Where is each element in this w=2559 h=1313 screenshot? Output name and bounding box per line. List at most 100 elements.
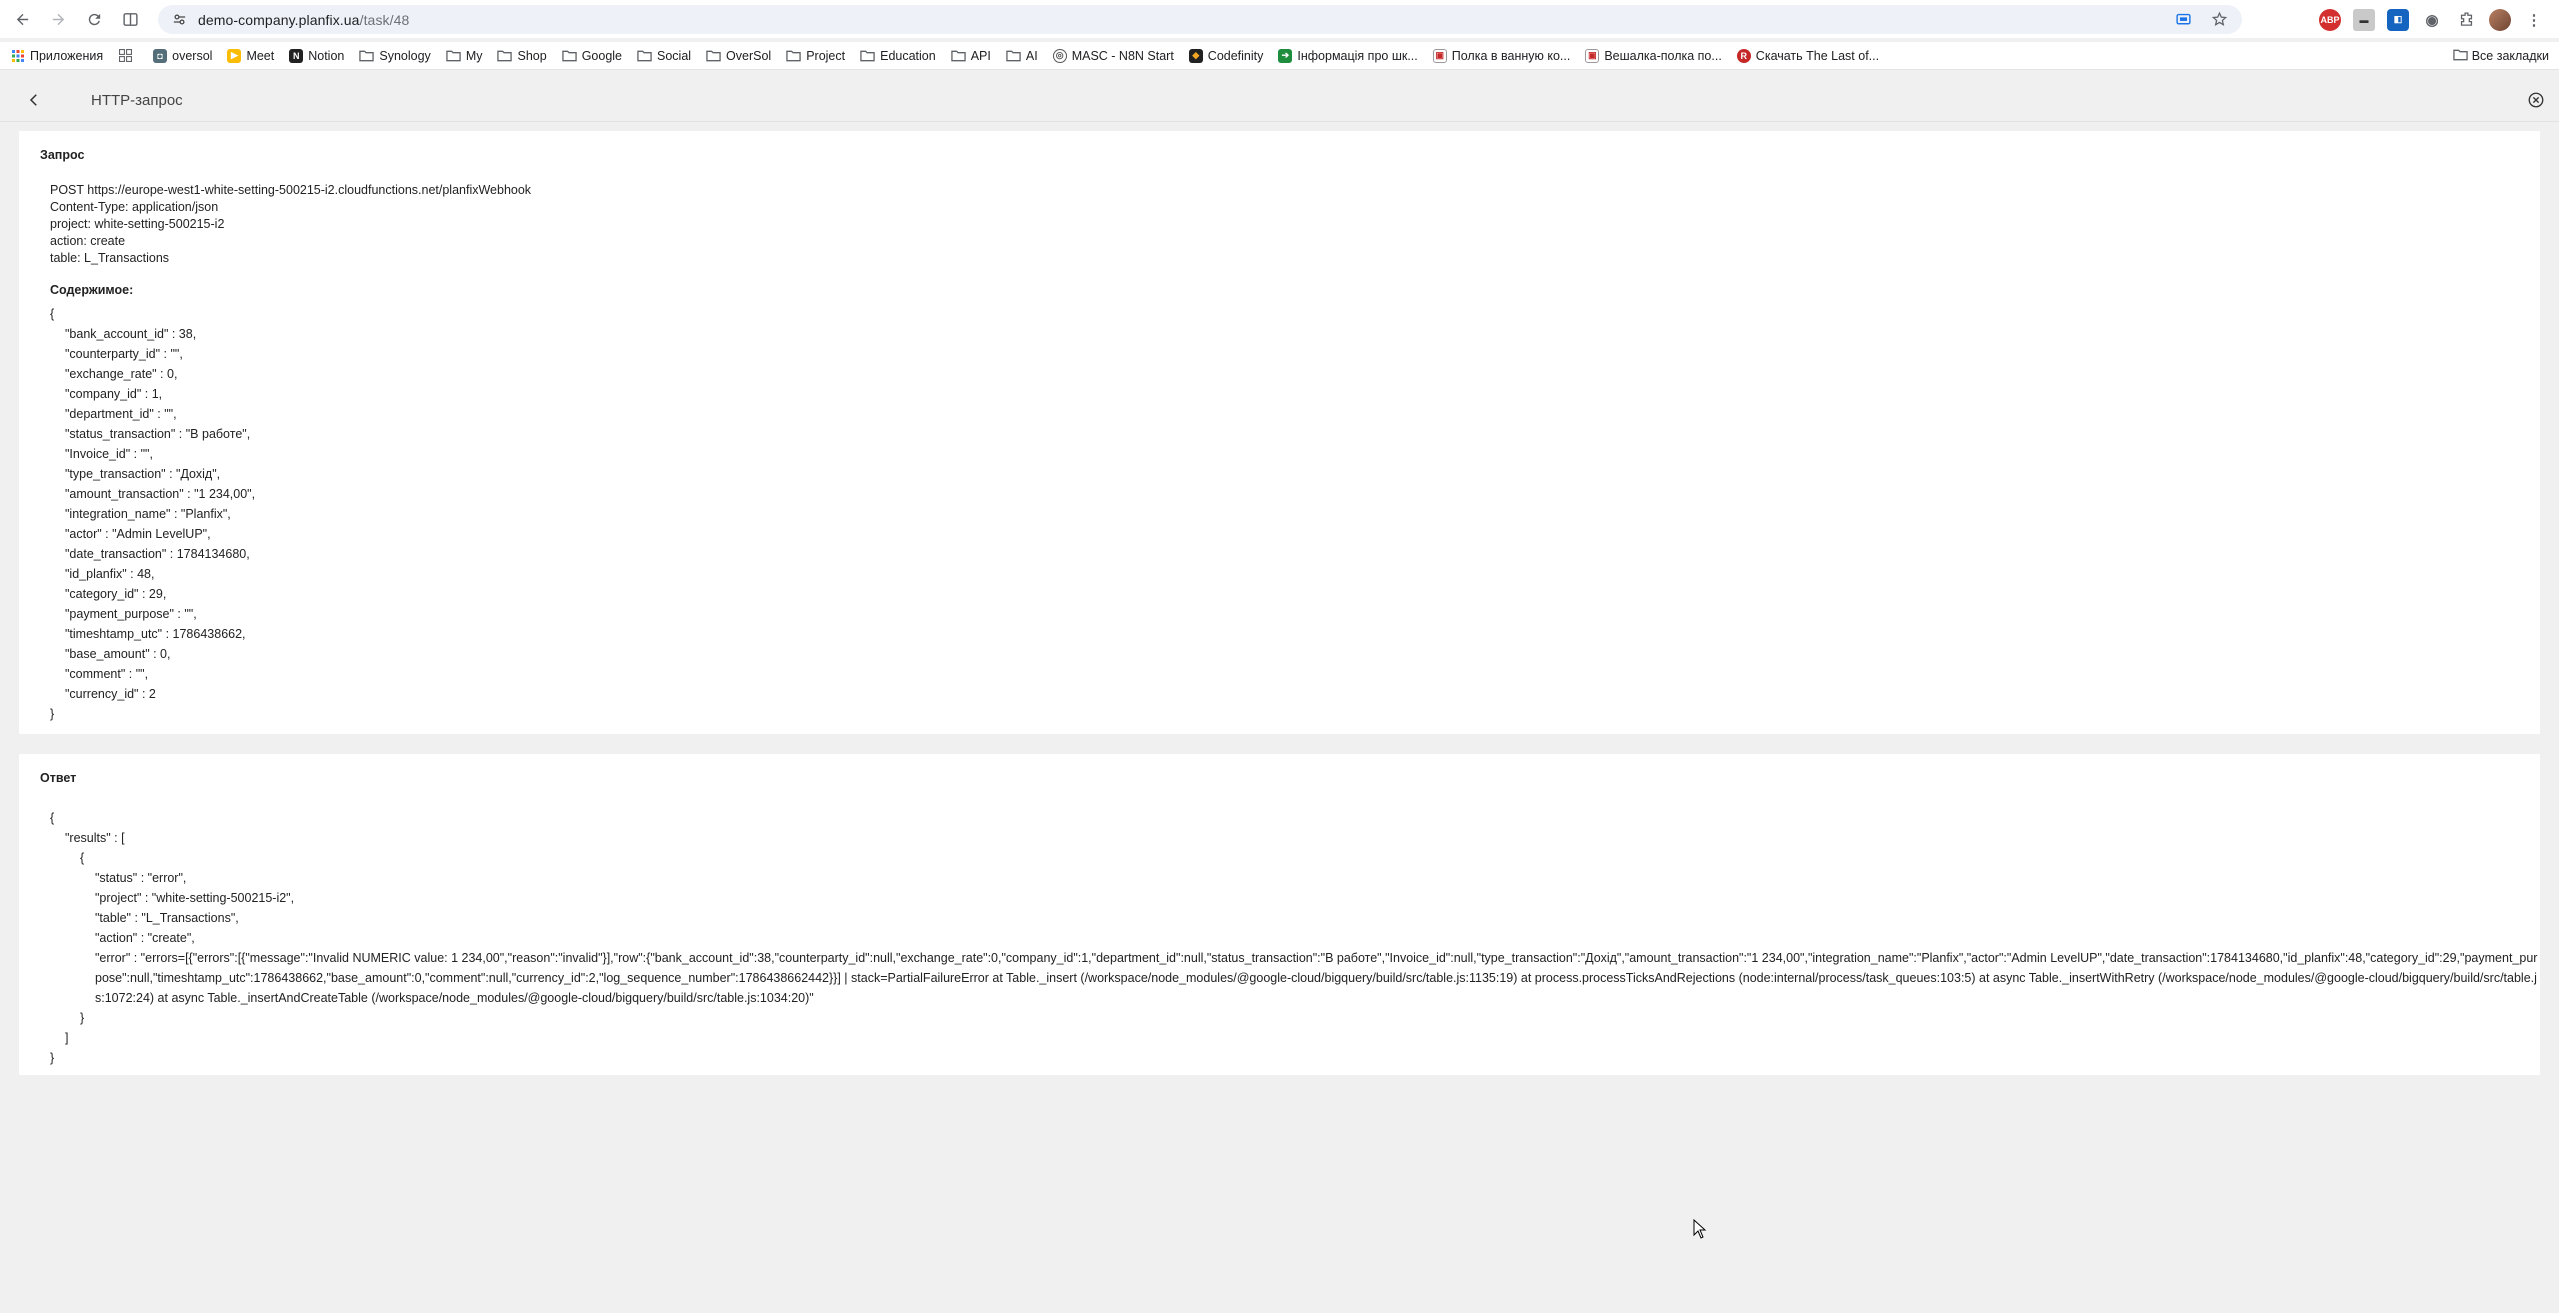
bookmark-label: Полка в ванную ко... [1451,48,1571,63]
codefinity-favicon: ◆ [1188,48,1203,63]
address-bar[interactable]: demo-company.planfix.ua/task/48 [158,5,2242,34]
json-field: "integration_name" : "Planfix", [65,507,231,521]
url-path: /task/48 [359,11,410,28]
url-host: demo-company.planfix.ua [198,11,360,28]
bookmark-oversol[interactable]: ◘ oversol [153,48,212,63]
response-json-body: { "results" : [ { "status" : "error", "p… [50,808,2540,1068]
notion-favicon: N [289,48,304,63]
screen-cast-icon[interactable] [2172,8,2194,30]
error-message-text: "error" : "errors=[{"errors":[{"message"… [95,951,2538,1005]
bookmark-folder-social[interactable]: Social [637,48,691,63]
json-table-field: "table" : "L_Transactions", [95,911,239,925]
bookmark-hanger[interactable]: ▣ Вешалка-полка по... [1585,48,1722,63]
extension-gray-icon[interactable]: ▬ [2353,8,2375,31]
json-close-brace: } [50,707,55,721]
bookmarks-bar: Приложения ◘ oversol ▶ Meet N Notion Syn… [0,42,2559,70]
folder-icon [951,48,966,63]
content-type-header: Content-Type: application/json [50,200,219,214]
browser-menu-icon[interactable]: ⋮ [2523,9,2545,31]
browser-toolbar: demo-company.planfix.ua/task/48 ABP ▬ ◧ … [0,0,2559,38]
all-bookmarks[interactable]: Все закладки [2452,42,2549,70]
response-card: Ответ { "results" : [ { "status" : "erro… [19,754,2540,1075]
json-field: "Invoice_id" : "", [65,447,153,461]
bookmark-label: Education [880,48,936,63]
bookmark-star-icon[interactable] [2208,8,2230,30]
bookmark-folder-education[interactable]: Education [860,48,936,63]
bookmark-masc[interactable]: ◎ MASC - N8N Start [1052,48,1174,63]
extension-blue-icon[interactable]: ◧ [2387,8,2409,31]
bookmark-label: Codefinity [1207,48,1264,63]
back-arrow-icon[interactable] [8,5,36,33]
json-open-brace: { [50,307,55,321]
response-title: Ответ [40,771,77,785]
json-field: "amount_transaction" : "1 234,00", [65,487,256,501]
request-headers: POST https://europe-west1-white-setting-… [50,182,531,267]
json-field: "comment" : "", [65,667,149,681]
bookmark-apps[interactable]: Приложения [10,48,103,63]
bookmark-label: Приложения [30,48,104,63]
folder-icon [2452,48,2468,64]
forward-arrow-icon[interactable] [44,5,72,33]
json-field: "bank_account_id" : 38, [65,327,197,341]
folder-icon [561,48,577,63]
reload-icon[interactable] [80,5,108,33]
bookmark-folder-ai[interactable]: AI [1006,48,1038,63]
split-view-icon[interactable] [116,5,144,33]
bookmark-label: Project [806,48,846,63]
apps-grid-icon [10,48,25,63]
shop-favicon: ▣ [1585,48,1600,63]
red-favicon: R [1736,48,1751,63]
bookmark-folder-project[interactable]: Project [786,48,845,63]
bookmark-folder-my[interactable]: My [446,48,482,63]
close-button[interactable] [2525,89,2547,111]
back-button[interactable] [22,88,46,112]
folder-icon [860,48,875,63]
json-field: "company_id" : 1, [65,387,163,401]
folder-icon [786,48,801,63]
bookmark-codefinity[interactable]: ◆ Codefinity [1188,48,1264,63]
bookmark-lastofus[interactable]: R Скачать The Last of... [1736,48,1879,63]
json-open-brace: { [50,811,55,825]
extensions-puzzle-icon[interactable] [2455,9,2477,31]
folder-icon [446,48,461,63]
request-title: Запрос [40,148,85,162]
table-header: table: L_Transactions [50,251,170,265]
bookmark-folder-oversol[interactable]: OverSol [706,48,771,63]
json-item-open: { [80,851,85,865]
folder-icon [1006,48,1021,63]
bookmark-notion[interactable]: N Notion [289,48,344,63]
json-field: "type_transaction" : "Дохід", [65,467,221,481]
close-circle-icon [2528,92,2544,108]
bookmark-folder-google[interactable]: Google [561,48,622,63]
bookmark-label: OverSol [726,48,772,63]
bookmark-folder-shop[interactable]: Shop [497,48,547,63]
extension-record-icon[interactable]: ◉ [2421,9,2443,31]
json-field: "base_amount" : 0, [65,647,171,661]
json-field: "category_id" : 29, [65,587,167,601]
meet-favicon: ▶ [227,48,242,63]
bookmark-meet[interactable]: ▶ Meet [227,48,274,63]
bookmark-tab-groups[interactable] [118,48,138,63]
bookmark-label: AI [1025,48,1038,63]
bookmark-shelf[interactable]: ▣ Полка в ванную ко... [1432,48,1571,63]
json-field: "exchange_rate" : 0, [65,367,178,381]
adblock-extension-icon[interactable]: ABP [2319,8,2341,31]
site-info-icon[interactable] [166,9,192,31]
json-action-field: "action" : "create", [95,931,195,945]
folder-icon [359,48,375,63]
bookmark-folder-synology[interactable]: Synology [359,48,431,63]
all-bookmarks-label: Все закладки [2471,49,2549,63]
json-field: "payment_purpose" : "", [65,607,197,621]
folder-icon [497,48,513,63]
json-item-close: } [80,1011,85,1025]
folder-icon [706,48,721,63]
json-field: "counterparty_id" : "", [65,347,183,361]
masc-favicon: ◎ [1052,48,1067,63]
json-field: "department_id" : "", [65,407,177,421]
bookmark-info[interactable]: ➔ Інформація про шк... [1278,48,1418,63]
json-project-field: "project" : "white-setting-500215-i2", [95,891,295,905]
profile-avatar[interactable] [2489,8,2511,31]
bookmark-label: API [970,48,991,63]
request-line: POST https://europe-west1-white-setting-… [50,183,532,197]
bookmark-folder-api[interactable]: API [951,48,991,63]
